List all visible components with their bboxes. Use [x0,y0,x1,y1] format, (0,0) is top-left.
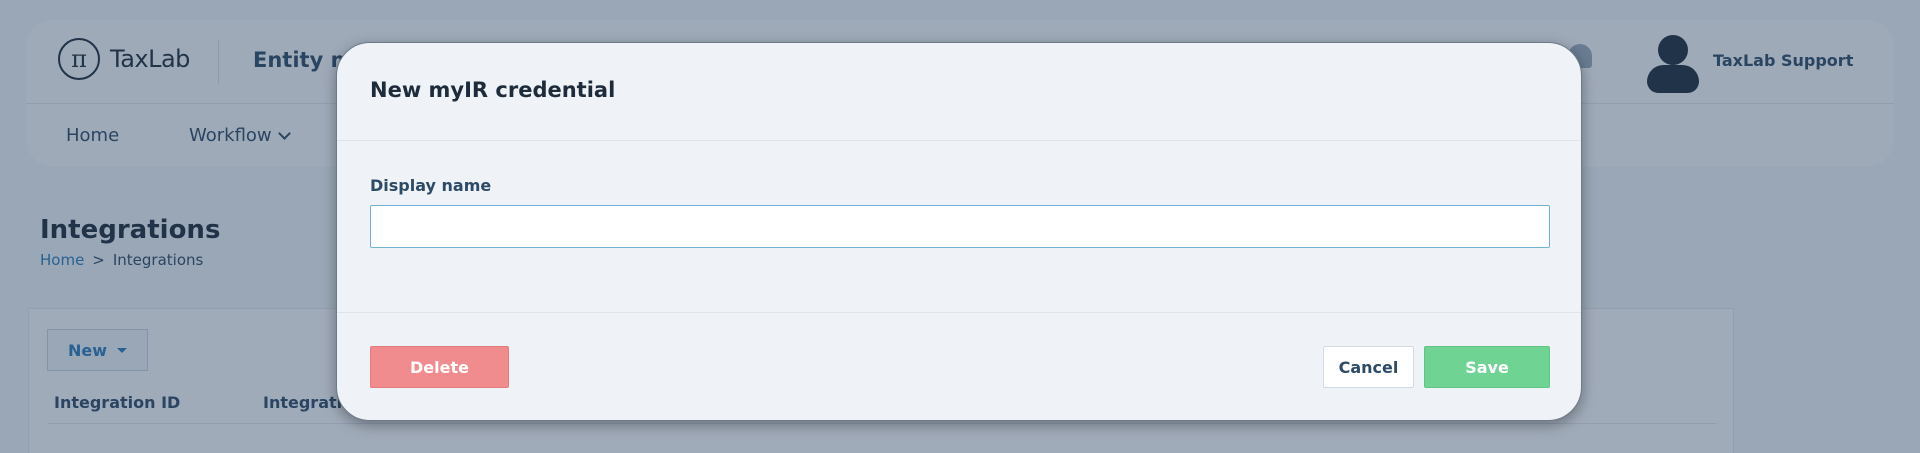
display-name-label: Display name [370,176,492,195]
save-button[interactable]: Save [1424,346,1550,388]
dialog-title: New myIR credential [370,78,616,102]
dialog-footer-divider [337,312,1581,313]
new-credential-dialog: New myIR credential Display name Delete … [336,42,1582,421]
delete-button[interactable]: Delete [370,346,509,388]
cancel-button[interactable]: Cancel [1323,346,1414,388]
dialog-header-divider [337,140,1581,141]
display-name-input[interactable] [370,205,1550,248]
